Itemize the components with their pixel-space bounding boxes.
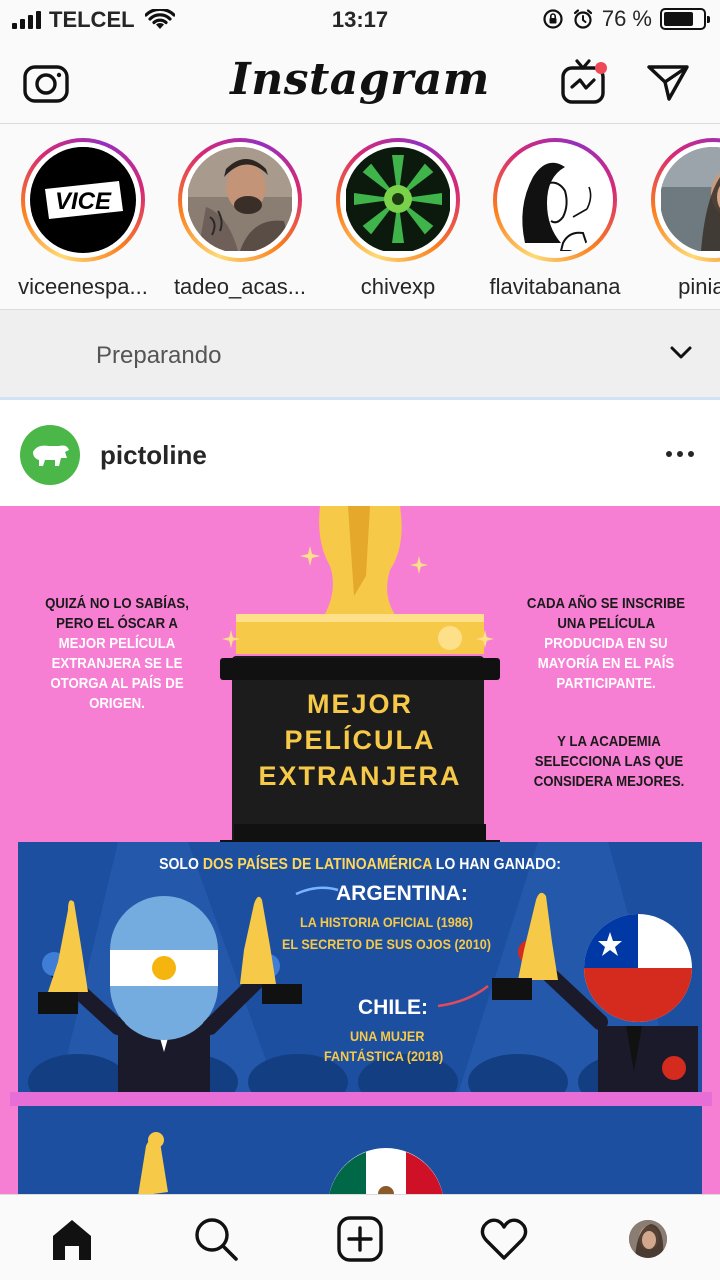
story-username: flavitabanana: [489, 274, 621, 299]
oscar-trophy-illustration: [236, 506, 484, 654]
story-username: viceenespa...: [18, 274, 148, 299]
next-panel: [18, 1106, 702, 1194]
story-avatar: [502, 147, 608, 253]
upload-status-text: Preparando: [96, 342, 222, 369]
status-bar: TELCEL 13:17 76 %: [0, 0, 720, 40]
story-avatar: [187, 147, 293, 253]
post-image[interactable]: QUIZÁ NO LO SABÍAS, PERO EL ÓSCAR A MEJO…: [0, 506, 720, 1194]
chile-title: CHILE:: [358, 996, 428, 1019]
story-item[interactable]: tadeo_acas...: [162, 138, 318, 300]
upload-progress-track: [0, 397, 720, 400]
battery-percent: 76 %: [601, 6, 652, 31]
sparkle-icon: [222, 630, 240, 648]
igtv-button[interactable]: [558, 56, 610, 108]
right-caption-2: Y LA ACADEMIA SELECCIONA LAS QUE CONSIDE…: [533, 733, 685, 790]
pedestal-title: MEJOR PELÍCULA EXTRANJERA: [258, 689, 462, 791]
add-post-icon: [337, 1216, 383, 1262]
chile-film-line-2: FANTÁSTICA (2018): [324, 1048, 444, 1064]
instagram-logo: Instagram: [230, 54, 490, 105]
tab-activity[interactable]: [478, 1213, 530, 1265]
igtv-icon: [561, 59, 607, 104]
expand-button[interactable]: [668, 340, 694, 371]
status-right-group: 76 %: [542, 6, 710, 32]
paper-plane-icon: [647, 65, 689, 101]
sparkle-icon: [300, 546, 320, 566]
heart-icon: [480, 1218, 528, 1260]
story-ring: [336, 138, 460, 262]
story-username: chivexp: [360, 274, 436, 299]
tab-home[interactable]: [46, 1213, 98, 1265]
post-header: pictoline: [0, 403, 720, 506]
battery-icon: [660, 8, 710, 30]
argentina-film-1: LA HISTORIA OFICIAL (1986): [300, 914, 473, 930]
left-caption: QUIZÁ NO LO SABÍAS, PERO EL ÓSCAR A MEJO…: [45, 595, 189, 712]
argentina-film-2: EL SECRETO DE SUS OJOS (2010): [282, 936, 491, 952]
notification-dot: [595, 62, 607, 74]
story-avatar: VICE: [30, 147, 136, 253]
divider-stripe: [10, 1092, 712, 1106]
story-item[interactable]: flavitabanana: [477, 138, 633, 300]
post-username[interactable]: pictoline: [100, 440, 207, 471]
app-header: Instagram: [0, 40, 720, 124]
chevron-down-icon: [670, 346, 692, 359]
rotation-lock-icon: [543, 9, 563, 29]
pictoline-logo-icon: [33, 445, 69, 466]
bottom-tab-bar: [0, 1194, 720, 1280]
sparkle-icon: [410, 556, 428, 574]
winners-panel: SOLO DOS PAÍSES DE LATINOAMÉRICA LO HAN …: [18, 842, 702, 1094]
more-options-button[interactable]: [666, 451, 694, 457]
story-ring: [651, 138, 720, 262]
story-ring: [178, 138, 302, 262]
alarm-icon: [573, 9, 592, 29]
direct-messages-button[interactable]: [642, 56, 694, 108]
story-username: tadeo_acas...: [173, 274, 307, 299]
story-item[interactable]: chivexp: [320, 138, 476, 300]
sparkle-icon: [476, 630, 494, 648]
chile-film-line-1: UNA MUJER: [350, 1028, 425, 1044]
right-caption: CADA AÑO SE INSCRIBE UNA PELÍCULA PRODUC…: [526, 595, 686, 692]
post-avatar[interactable]: [20, 425, 80, 485]
story-item[interactable]: VICE viceenespa...: [5, 138, 161, 300]
search-icon: [195, 1218, 238, 1261]
svg-text:VICE: VICE: [55, 188, 112, 215]
panel-heading: SOLO DOS PAÍSES DE LATINOAMÉRICA LO HAN …: [159, 856, 561, 873]
story-item[interactable]: piniaex: [635, 138, 720, 300]
story-username: piniaex: [678, 274, 720, 299]
upload-progress-bar[interactable]: Preparando: [0, 310, 720, 400]
tab-new-post[interactable]: [334, 1213, 386, 1265]
stories-tray[interactable]: VICE viceenespa... tadeo_acas... chivexp…: [0, 124, 720, 310]
story-avatar: [345, 147, 451, 253]
home-icon: [53, 1220, 91, 1260]
more-icon: [666, 451, 672, 457]
story-ring: VICE: [21, 138, 145, 262]
story-avatar: [660, 147, 720, 253]
profile-avatar: [629, 1220, 667, 1258]
tab-profile[interactable]: [622, 1213, 674, 1265]
story-ring: [493, 138, 617, 262]
argentina-title: ARGENTINA:: [336, 882, 468, 905]
mexico-character-graphic: [138, 1132, 443, 1194]
tab-search[interactable]: [190, 1213, 242, 1265]
